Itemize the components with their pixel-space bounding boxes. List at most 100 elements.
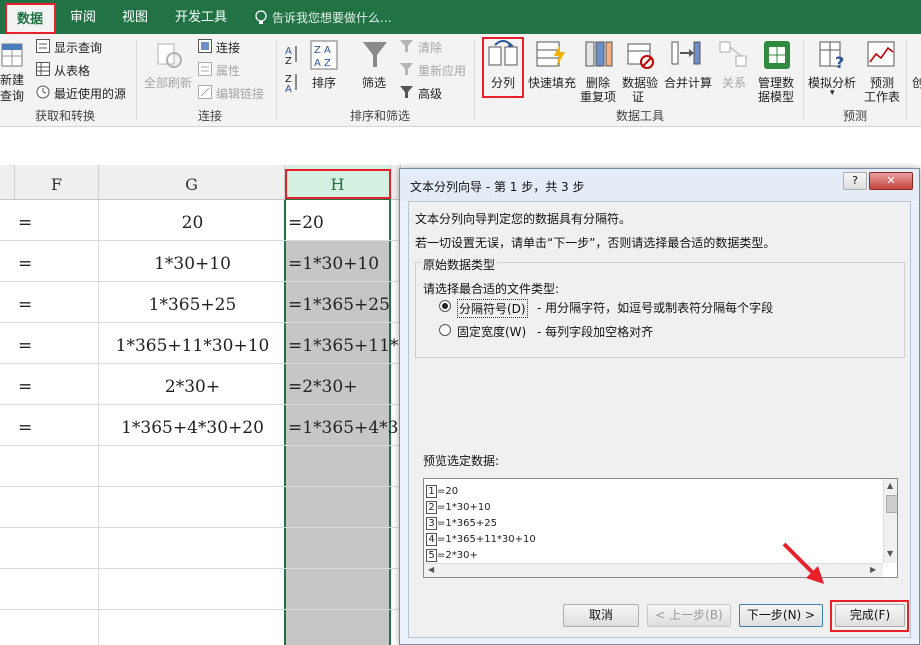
tab-view[interactable]: 视图 (112, 0, 158, 34)
cell-g5[interactable]: 2*30+ (100, 377, 285, 397)
table-icon (36, 62, 50, 76)
cell-f4[interactable]: = (18, 336, 32, 356)
cell-f3[interactable]: = (18, 295, 32, 315)
tab-review[interactable]: 审阅 (60, 0, 106, 34)
show-queries-button[interactable]: 显示查询 (54, 39, 102, 56)
edit-links-button[interactable]: 编辑链接 (216, 85, 264, 102)
manage-data-model-label-2[interactable]: 据模型 (758, 88, 794, 105)
vertical-scrollbar[interactable]: ▲ ▼ (883, 479, 897, 563)
column-header-f[interactable]: F (15, 165, 99, 200)
cancel-button[interactable]: 取消 (563, 604, 639, 627)
filter-button[interactable]: 筛选 (362, 74, 386, 91)
from-table-button[interactable]: 从表格 (54, 62, 90, 79)
svg-text:Z A: Z A (314, 45, 331, 56)
close-button[interactable]: ✕ (869, 172, 913, 190)
gridline (0, 363, 400, 364)
chevron-down-icon[interactable]: ▾ (830, 88, 835, 98)
tell-me-search[interactable]: 告诉我您想要做什么... (272, 0, 402, 34)
properties-icon (198, 62, 212, 76)
group-label-sort-filter: 排序和筛选 (349, 109, 410, 123)
gridline (98, 200, 99, 645)
svg-text:?: ? (835, 53, 844, 70)
help-button[interactable]: ? (843, 172, 867, 190)
new-query-icon (0, 40, 24, 68)
recent-sources-button[interactable]: 最近使用的源 (54, 85, 126, 102)
ribbon-tab-bar: 数据 审阅 视图 开发工具 告诉我您想要做什么... (0, 0, 921, 34)
new-query-label-2[interactable]: 查询 (0, 87, 24, 104)
fixed-width-description: - 每列字段加空格对齐 (537, 325, 654, 339)
cell-f2[interactable]: = (18, 254, 32, 274)
gridline (0, 568, 400, 569)
cell-g4[interactable]: 1*365+11*30+10 (100, 336, 285, 356)
cell-h3[interactable]: =1*365+25 (288, 295, 390, 315)
group-separator (906, 40, 907, 120)
preview-row: 5 =2*30+ (426, 547, 478, 562)
gridline (0, 486, 400, 487)
forecast-sheet-label-2[interactable]: 工作表 (864, 88, 900, 105)
svg-text:Z: Z (285, 56, 292, 67)
dialog-title: 文本分列向导 - 第 1 步，共 3 步 (410, 180, 585, 194)
preview-label: 预览选定数据: (423, 454, 500, 468)
highlight-data-tab (5, 3, 56, 34)
relationships-button[interactable]: 关系 (722, 74, 746, 91)
new-query-label-1[interactable]: 新建 (0, 71, 24, 88)
cell-g2[interactable]: 1*30+10 (100, 254, 285, 274)
gridline (0, 404, 400, 405)
cell-h4[interactable]: =1*365+11* (288, 336, 398, 356)
connections-icon (198, 39, 212, 53)
svg-text:A: A (285, 84, 292, 92)
red-arrow-annotation (780, 540, 830, 590)
reapply-button[interactable]: 重新应用 (418, 62, 466, 79)
dialog-title-bar[interactable]: 文本分列向导 - 第 1 步，共 3 步 ? ✕ (400, 169, 919, 201)
remove-duplicates-label-2[interactable]: 重复项 (580, 88, 616, 105)
group-separator (474, 40, 475, 120)
back-button[interactable]: < 上一步(B) (647, 604, 731, 627)
refresh-all-icon (154, 40, 184, 70)
gridline (0, 240, 400, 241)
lightbulb-icon (254, 10, 268, 24)
cell-g6[interactable]: 1*365+4*30+20 (100, 418, 285, 438)
cell-h2[interactable]: =1*30+10 (288, 254, 379, 274)
cell-f6[interactable]: = (18, 418, 32, 438)
text-to-columns-dialog: 文本分列向导 - 第 1 步，共 3 步 ? ✕ 文本分列向导判定您的数据具有分… (399, 168, 920, 645)
delimited-radio[interactable] (439, 300, 451, 312)
highlight-finish-button (830, 600, 909, 632)
column-header-g[interactable]: G (99, 165, 285, 200)
flash-fill-icon (536, 40, 566, 70)
cell-h5[interactable]: =2*30+ (288, 377, 357, 397)
cell-h6[interactable]: =1*365+4*3 (288, 418, 398, 438)
fixed-width-label[interactable]: 固定宽度(W) (457, 323, 526, 340)
data-validation-label-2[interactable]: 证 (632, 88, 644, 105)
file-type-prompt: 请选择最合适的文件类型: (423, 282, 560, 296)
dialog-instruction: 若一切设置无误，请单击“下一步”，否则请选择最合适的数据类型。 (415, 236, 776, 250)
flash-fill-button[interactable]: 快速填充 (528, 74, 576, 91)
highlight-text-to-columns (482, 37, 524, 98)
advanced-button[interactable]: 高级 (418, 85, 442, 102)
cell-g3[interactable]: 1*365+25 (100, 295, 285, 315)
delimited-label[interactable]: 分隔符号(D) (457, 299, 528, 318)
reapply-icon (400, 62, 414, 76)
fixed-width-radio[interactable] (439, 324, 451, 336)
forecast-sheet-icon (866, 40, 896, 70)
sort-button[interactable]: 排序 (312, 74, 336, 91)
tab-developer[interactable]: 开发工具 (168, 0, 234, 34)
advanced-filter-icon (400, 85, 414, 99)
group-label-get-transform: 获取和转换 (34, 109, 95, 123)
group-title: 原始数据类型 (421, 256, 498, 273)
data-validation-icon (626, 40, 656, 70)
preview-row: 3 =1*365+25 (426, 515, 497, 530)
cell-h1[interactable]: =20 (288, 213, 324, 233)
sort-ascending-icon[interactable]: AZZA (284, 42, 300, 95)
cell-f1[interactable]: = (18, 213, 32, 233)
corner-select-all[interactable] (0, 165, 15, 200)
cell-g1[interactable]: 20 (100, 213, 285, 233)
group-separator (803, 40, 804, 120)
cell-f5[interactable]: = (18, 377, 32, 397)
consolidate-button[interactable]: 合并计算 (664, 74, 712, 91)
next-button[interactable]: 下一步(N) > (739, 604, 823, 627)
clear-button[interactable]: 清除 (418, 39, 442, 56)
properties-button[interactable]: 属性 (216, 62, 240, 79)
connections-button[interactable]: 连接 (216, 39, 240, 56)
refresh-all-button[interactable]: 全部刷新 (144, 74, 192, 91)
outline-button-partial[interactable]: 创 (912, 74, 921, 91)
